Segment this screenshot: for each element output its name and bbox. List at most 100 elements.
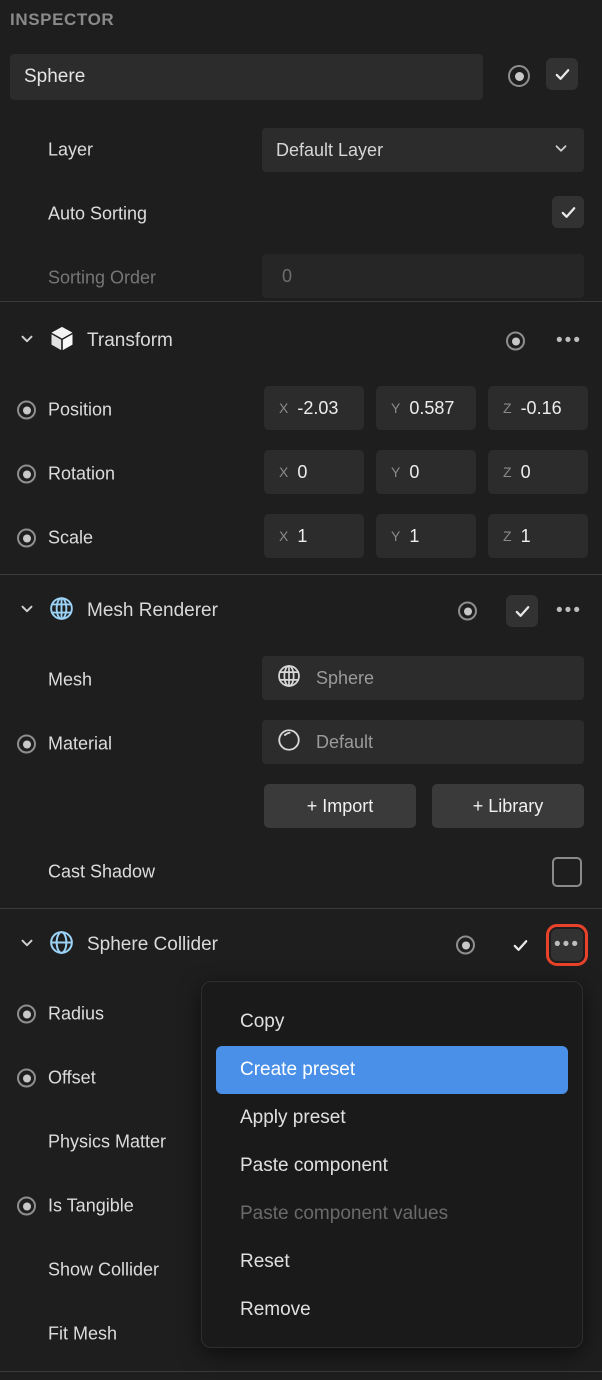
check-icon <box>561 206 575 218</box>
cast-shadow-checkbox[interactable] <box>552 857 582 887</box>
mesh-value: Sphere <box>316 667 375 688</box>
chevron-down-icon <box>552 139 570 162</box>
record-icon[interactable] <box>17 1196 36 1216</box>
position-x-field[interactable]: X -2.03 <box>264 386 364 430</box>
import-button[interactable]: + Import <box>264 784 416 828</box>
transform-more-button[interactable]: ••• <box>553 325 585 357</box>
check-icon <box>513 939 527 951</box>
axis-label-y: Y <box>391 528 401 544</box>
position-x-value: -2.03 <box>297 397 339 418</box>
position-vector3: X -2.03 Y 0.587 Z -0.16 <box>264 386 588 430</box>
row-position: Position X -2.03 Y 0.587 Z -0.16 <box>0 386 602 434</box>
record-icon[interactable] <box>506 331 525 351</box>
position-y-field[interactable]: Y 0.587 <box>376 386 476 430</box>
material-value: Default <box>316 731 374 752</box>
layer-dropdown[interactable]: Default Layer <box>262 128 584 172</box>
mesh-renderer-enabled-checkbox[interactable] <box>506 595 538 627</box>
row-scale: Scale X 1 Y 1 Z 1 <box>0 514 602 562</box>
chevron-down-icon[interactable] <box>18 330 36 353</box>
chevron-down-icon[interactable] <box>18 934 36 957</box>
record-icon[interactable] <box>17 1068 36 1088</box>
row-label-mesh: Mesh <box>48 669 93 690</box>
rotation-z-field[interactable]: Z 0 <box>488 450 588 494</box>
divider <box>0 301 602 302</box>
row-label-offset: Offset <box>48 1067 96 1088</box>
row-label-auto-sorting: Auto Sorting <box>48 203 148 224</box>
sphere-collider-more-button[interactable]: ••• <box>546 924 588 966</box>
row-label-physics-matter: Physics Matter <box>48 1131 167 1152</box>
scale-y-field[interactable]: Y 1 <box>376 514 476 558</box>
mesh-renderer-more-button[interactable]: ••• <box>553 595 585 627</box>
component-header-transform[interactable]: Transform ••• <box>0 318 602 364</box>
axis-label-x: X <box>279 400 289 416</box>
auto-sorting-checkbox[interactable] <box>552 196 584 228</box>
position-z-value: -0.16 <box>520 397 562 418</box>
axis-label-z: Z <box>503 528 512 544</box>
record-icon[interactable] <box>17 400 36 420</box>
scale-y-value: 1 <box>409 525 420 546</box>
row-label-rotation: Rotation <box>48 463 116 484</box>
position-z-field[interactable]: Z -0.16 <box>488 386 588 430</box>
axis-label-z: Z <box>503 464 512 480</box>
rotation-vector3: X 0 Y 0 Z 0 <box>264 450 588 494</box>
scale-x-value: 1 <box>297 525 308 546</box>
collider-sphere-icon <box>48 929 75 961</box>
axis-label-x: X <box>279 528 289 544</box>
row-label-show-collider: Show Collider <box>48 1259 160 1280</box>
record-icon[interactable] <box>458 601 477 621</box>
rotation-x-field[interactable]: X 0 <box>264 450 364 494</box>
check-icon <box>555 68 569 80</box>
object-enabled-checkbox[interactable] <box>546 58 578 90</box>
record-icon[interactable] <box>456 935 475 955</box>
menu-item-copy[interactable]: Copy <box>216 998 568 1046</box>
divider <box>0 908 602 909</box>
menu-item-paste-component[interactable]: Paste component <box>216 1142 568 1190</box>
cube-icon <box>48 325 76 358</box>
component-context-menu: Copy Create preset Apply preset Paste co… <box>201 981 583 1348</box>
sphere-collider-enabled-checkbox[interactable] <box>504 929 536 961</box>
component-header-mesh-renderer[interactable]: Mesh Renderer ••• <box>0 588 602 634</box>
divider <box>0 574 602 575</box>
component-header-sphere-collider[interactable]: Sphere Collider ••• <box>0 922 602 968</box>
menu-item-apply-preset[interactable]: Apply preset <box>216 1094 568 1142</box>
axis-label-z: Z <box>503 400 512 416</box>
sorting-order-input[interactable]: 0 <box>262 254 584 298</box>
menu-item-remove[interactable]: Remove <box>216 1286 568 1334</box>
row-label-is-tangible: Is Tangible <box>48 1195 134 1216</box>
scale-z-field[interactable]: Z 1 <box>488 514 588 558</box>
rotation-y-field[interactable]: Y 0 <box>376 450 476 494</box>
row-label-cast-shadow: Cast Shadow <box>48 861 156 882</box>
layer-dropdown-value: Default Layer <box>276 139 384 160</box>
record-icon[interactable] <box>17 528 36 548</box>
row-label-fit-mesh: Fit Mesh <box>48 1323 118 1344</box>
row-auto-sorting: Auto Sorting <box>0 190 602 238</box>
record-icon[interactable] <box>508 65 530 87</box>
menu-item-create-preset[interactable]: Create preset <box>216 1046 568 1094</box>
mesh-object-field[interactable]: Sphere <box>262 656 584 700</box>
axis-label-y: Y <box>391 464 401 480</box>
material-object-field[interactable]: Default <box>262 720 584 764</box>
object-name-input[interactable]: Sphere <box>10 54 483 100</box>
inspector-panel: INSPECTOR Sphere Layer Default Layer Aut… <box>0 0 602 1380</box>
row-layer: Layer Default Layer <box>0 126 602 174</box>
menu-item-reset[interactable]: Reset <box>216 1238 568 1286</box>
divider <box>0 1371 602 1372</box>
chevron-down-icon[interactable] <box>18 600 36 623</box>
row-mesh: Mesh Sphere <box>0 656 602 704</box>
row-rotation: Rotation X 0 Y 0 Z 0 <box>0 450 602 498</box>
row-label-scale: Scale <box>48 527 94 548</box>
scale-x-field[interactable]: X 1 <box>264 514 364 558</box>
record-icon[interactable] <box>17 464 36 484</box>
page-title: INSPECTOR <box>10 10 115 29</box>
scale-z-value: 1 <box>520 525 531 546</box>
component-title-sphere-collider: Sphere Collider <box>87 934 218 955</box>
record-icon[interactable] <box>17 734 36 754</box>
record-icon[interactable] <box>17 1004 36 1024</box>
material-sphere-icon <box>276 727 302 758</box>
row-material: Material Default <box>0 720 602 768</box>
row-label-layer: Layer <box>48 139 94 160</box>
object-name-row: Sphere <box>0 54 602 100</box>
row-sorting-order: Sorting Order 0 <box>0 254 602 302</box>
library-button[interactable]: + Library <box>432 784 584 828</box>
component-title-mesh-renderer: Mesh Renderer <box>87 600 218 621</box>
